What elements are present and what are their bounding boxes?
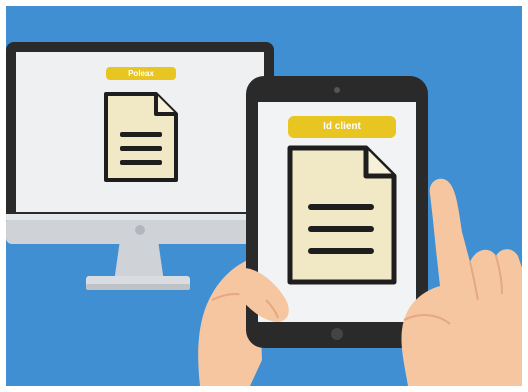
- tablet-home-button: [331, 328, 343, 340]
- document-icon: [287, 145, 397, 285]
- monitor-label: Poleax: [128, 69, 154, 78]
- illustration: Poleax Id client: [0, 0, 528, 392]
- monitor-button: [135, 225, 145, 235]
- tablet-camera: [334, 87, 340, 93]
- illustration-artwork: [6, 6, 522, 386]
- tablet-label: Id client: [323, 121, 361, 132]
- monitor-stand-neck: [114, 240, 164, 282]
- document-icon: [104, 92, 178, 182]
